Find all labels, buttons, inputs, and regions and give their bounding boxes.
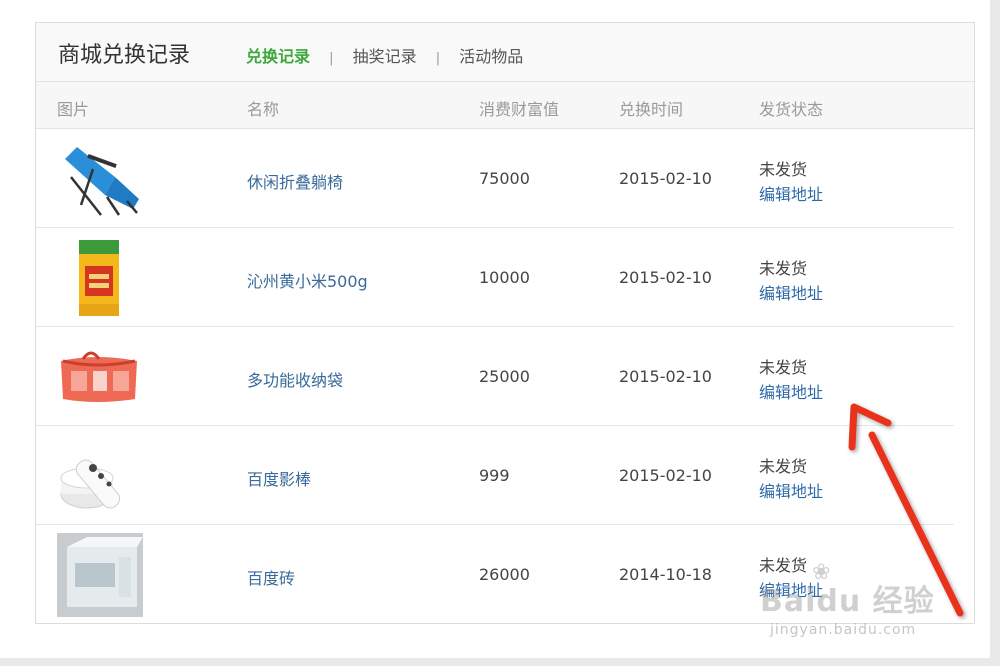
product-name-link[interactable]: 多功能收纳袋 [247,367,343,391]
status-text: 未发货 [759,457,808,476]
edit-address-link[interactable]: 编辑地址 [759,182,823,207]
watermark-url: jingyan.baidu.com [770,622,917,638]
table-row: 休闲折叠躺椅 75000 2015-02-10 未发货 编辑地址 [36,129,954,228]
exchange-date: 2015-02-10 [619,169,712,188]
wealth-cost: 75000 [479,169,530,188]
folding-lounge-chair-image [57,137,143,221]
status-text: 未发货 [759,259,808,278]
wealth-cost: 26000 [479,565,530,584]
table-row: 百度影棒 999 2015-02-10 未发货 编辑地址 [36,426,954,525]
exchange-records-panel: 商城兑换记录 兑换记录 | 抽奖记录 | 活动物品 图片 名称 消费财富值 兑换… [35,22,975,624]
tab-exchange-records[interactable]: 兑换记录 [246,43,310,67]
exchange-date: 2014-10-18 [619,565,712,584]
product-name-link[interactable]: 百度影棒 [247,466,311,490]
baidu-tv-stick-image [57,434,143,518]
watermark-brand: Baidu 经验 [760,584,935,619]
shipping-status: 未发货 编辑地址 [759,256,823,306]
table-header: 图片 名称 消费财富值 兑换时间 发货状态 [36,82,974,129]
product-name-link[interactable]: 沁州黄小米500g [247,268,368,292]
tab-separator: | [435,51,441,66]
edit-address-link[interactable]: 编辑地址 [759,380,823,405]
millet-bag-image [57,236,143,320]
tab-bar: 兑换记录 | 抽奖记录 | 活动物品 [246,43,523,67]
status-text: 未发货 [759,358,808,377]
product-name-link[interactable]: 休闲折叠躺椅 [247,169,343,193]
glass-brick-image [57,533,143,617]
wealth-cost: 25000 [479,367,530,386]
table-row: 沁州黄小米500g 10000 2015-02-10 未发货 编辑地址 [36,228,954,327]
column-header-name: 名称 [247,100,280,119]
product-name-link[interactable]: 百度砖 [247,565,295,589]
column-header-time: 兑换时间 [619,100,684,119]
exchange-date: 2015-02-10 [619,466,712,485]
column-header-status: 发货状态 [759,100,824,119]
shipping-status: 未发货 编辑地址 [759,157,823,207]
edit-address-link[interactable]: 编辑地址 [759,479,823,504]
storage-bag-image [57,335,143,419]
tab-separator: | [329,51,334,66]
column-header-image: 图片 [57,100,90,119]
column-header-cost: 消费财富值 [479,100,560,119]
wealth-cost: 10000 [479,268,530,287]
panel-header: 商城兑换记录 兑换记录 | 抽奖记录 | 活动物品 [36,23,974,82]
wealth-cost: 999 [479,466,510,485]
status-text: 未发货 [759,160,808,179]
edit-address-link[interactable]: 编辑地址 [759,281,823,306]
page-title: 商城兑换记录 [58,43,191,68]
tab-lottery-records[interactable]: 抽奖记录 [353,43,417,67]
shipping-status: 未发货 编辑地址 [759,454,823,504]
shipping-status: 未发货 编辑地址 [759,355,823,405]
exchange-date: 2015-02-10 [619,367,712,386]
exchange-date: 2015-02-10 [619,268,712,287]
table-row: 多功能收纳袋 25000 2015-02-10 未发货 编辑地址 [36,327,954,426]
tab-event-items[interactable]: 活动物品 [459,43,523,67]
baidu-watermark: ❀ Baidu 经验 jingyan.baidu.com [760,556,960,646]
